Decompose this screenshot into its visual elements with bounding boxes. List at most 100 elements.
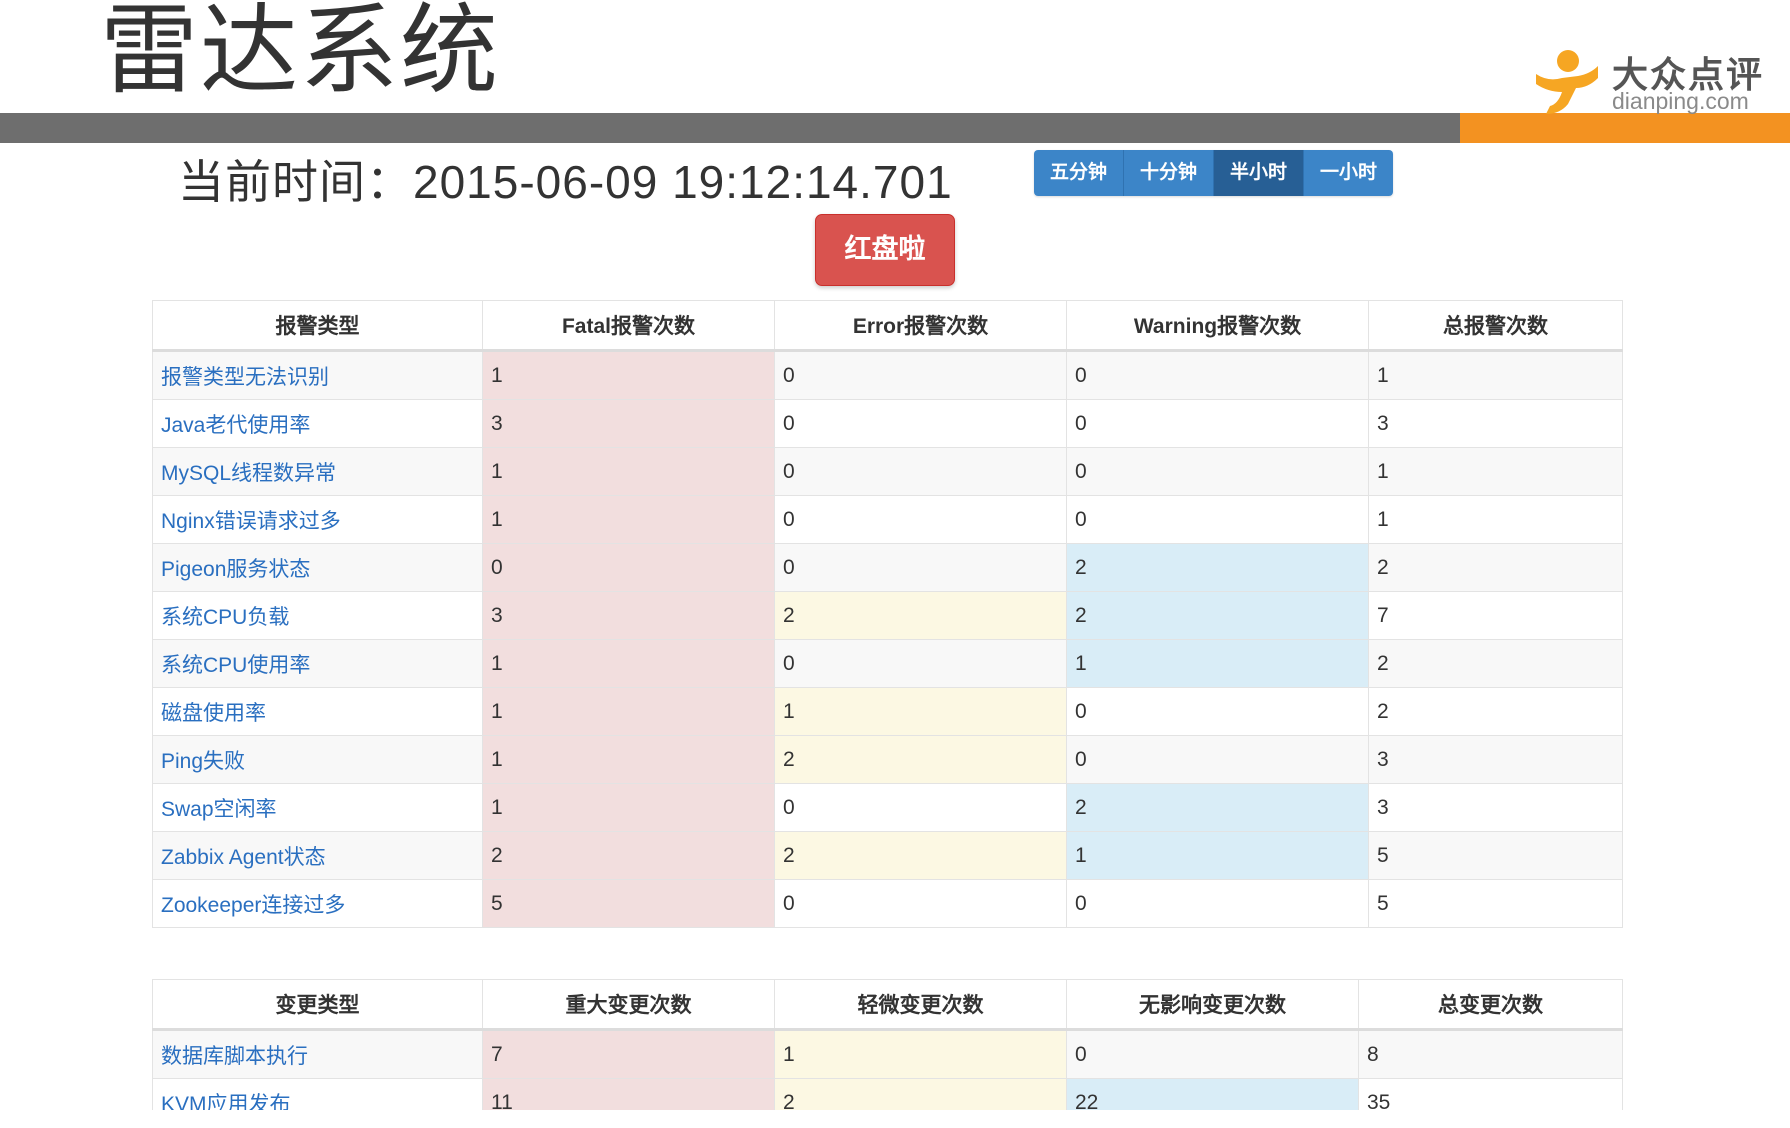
row-name-link[interactable]: Zabbix Agent状态: [152, 831, 483, 880]
cell-col2: 1: [482, 639, 775, 688]
change-table-header: 变更类型 重大变更次数 轻微变更次数 无影响变更次数 总变更次数: [152, 979, 1623, 1031]
row-name-link[interactable]: 系统CPU负载: [152, 591, 483, 640]
table-row: 系统CPU使用率 1 0 1 2: [152, 639, 1623, 688]
cell-col3: 0: [774, 879, 1067, 928]
dianping-mascot-icon: [1536, 50, 1598, 114]
cell-col3: 2: [774, 591, 1067, 640]
cell-col3: 0: [774, 543, 1067, 592]
row-name-link[interactable]: Zookeeper连接过多: [152, 879, 483, 928]
cell-col3: 2: [774, 831, 1067, 880]
table-row: Nginx错误请求过多 1 0 0 1: [152, 495, 1623, 544]
col-header-minor: 轻微变更次数: [774, 979, 1067, 1031]
cell-total: 7: [1368, 591, 1623, 640]
col-header-alarm-type: 报警类型: [152, 300, 483, 352]
col-header-change-total: 总变更次数: [1358, 979, 1623, 1031]
table-row: 数据库脚本执行 7 1 0 8: [152, 1029, 1623, 1079]
cell-col2: 7: [482, 1029, 775, 1079]
cell-total: 1: [1368, 350, 1623, 400]
slide-title: 雷达系统: [100, 0, 501, 108]
table-row: MySQL线程数异常 1 0 0 1: [152, 447, 1623, 496]
cell-total: 2: [1368, 639, 1623, 688]
cell-col3: 1: [774, 687, 1067, 736]
cell-total: 8: [1358, 1029, 1623, 1079]
row-name-link[interactable]: 磁盘使用率: [152, 687, 483, 736]
cell-col2: 1: [482, 735, 775, 784]
cell-total: 1: [1368, 447, 1623, 496]
cell-col2: 3: [482, 399, 775, 448]
time-range-selector: 五分钟 十分钟 半小时 一小时: [1034, 150, 1393, 196]
header-divider-gray: [0, 113, 1460, 143]
dianping-logo: 大众点评 dianping.com: [1528, 46, 1768, 118]
cell-col4: 1: [1066, 639, 1369, 688]
row-name-link[interactable]: Pigeon服务状态: [152, 543, 483, 592]
cell-col2: 1: [482, 495, 775, 544]
cell-col4: 0: [1066, 447, 1369, 496]
row-name-link[interactable]: Java老代使用率: [152, 399, 483, 448]
col-header-error: Error报警次数: [774, 300, 1067, 352]
row-name-link[interactable]: MySQL线程数异常: [152, 447, 483, 496]
cell-col4: 0: [1066, 687, 1369, 736]
cell-col3: 0: [774, 350, 1067, 400]
col-header-total: 总报警次数: [1368, 300, 1623, 352]
cell-total: 3: [1368, 783, 1623, 832]
cell-col2: 0: [482, 543, 775, 592]
table-row: 报警类型无法识别 1 0 0 1: [152, 350, 1623, 400]
table-row: Zabbix Agent状态 2 2 1 5: [152, 831, 1623, 880]
row-name-link[interactable]: 报警类型无法识别: [152, 350, 483, 400]
range-5min-button[interactable]: 五分钟: [1034, 150, 1123, 196]
cell-col4: 1: [1066, 831, 1369, 880]
cell-total: 3: [1368, 399, 1623, 448]
logo-en-text: dianping.com: [1612, 88, 1749, 114]
cell-col3: 0: [774, 639, 1067, 688]
table-row: Ping失败 1 2 0 3: [152, 735, 1623, 784]
range-1hour-button[interactable]: 一小时: [1303, 150, 1393, 196]
cell-col4: 2: [1066, 783, 1369, 832]
table-row: 系统CPU负载 3 2 2 7: [152, 591, 1623, 640]
row-name-link[interactable]: Nginx错误请求过多: [152, 495, 483, 544]
cell-col2: 3: [482, 591, 775, 640]
cell-col4: 2: [1066, 591, 1369, 640]
current-time-value: 2015-06-09 19:12:14.701: [413, 156, 953, 208]
current-time-label: 当前时间：: [178, 156, 413, 208]
cell-col2: 1: [482, 687, 775, 736]
row-name-link[interactable]: Swap空闲率: [152, 783, 483, 832]
cell-col3: 1: [774, 1029, 1067, 1079]
table-row: Java老代使用率 3 0 0 3: [152, 399, 1623, 448]
range-10min-button[interactable]: 十分钟: [1123, 150, 1213, 196]
cell-col3: 0: [774, 495, 1067, 544]
cell-total: 2: [1368, 687, 1623, 736]
cell-col2: 5: [482, 879, 775, 928]
cell-col2: 1: [482, 783, 775, 832]
cell-col3: 0: [774, 447, 1067, 496]
cell-col4: 0: [1066, 879, 1369, 928]
cell-total: 5: [1368, 831, 1623, 880]
table-row: Swap空闲率 1 0 2 3: [152, 783, 1623, 832]
col-header-major: 重大变更次数: [482, 979, 775, 1031]
status-red-button[interactable]: 红盘啦: [815, 214, 955, 286]
row-name-link[interactable]: Ping失败: [152, 735, 483, 784]
cell-col4: 0: [1066, 399, 1369, 448]
row-name-link[interactable]: 系统CPU使用率: [152, 639, 483, 688]
alarm-table: 报警类型 Fatal报警次数 Error报警次数 Warning报警次数 总报警…: [152, 300, 1623, 928]
cell-col2: 1: [482, 447, 775, 496]
cell-col4: 2: [1066, 543, 1369, 592]
current-time: 当前时间：2015-06-09 19:12:14.701: [178, 146, 953, 212]
row-name-link[interactable]: 数据库脚本执行: [152, 1029, 483, 1079]
cell-col4: 0: [1066, 735, 1369, 784]
cell-col4: 0: [1066, 495, 1369, 544]
cell-col3: 0: [774, 399, 1067, 448]
range-30min-button[interactable]: 半小时: [1213, 150, 1303, 196]
cell-col3: 0: [774, 783, 1067, 832]
cell-total: 1: [1368, 495, 1623, 544]
cell-total: 5: [1368, 879, 1623, 928]
cell-col3: 2: [774, 735, 1067, 784]
cell-total: 3: [1368, 735, 1623, 784]
table-row: Zookeeper连接过多 5 0 0 5: [152, 879, 1623, 928]
cell-col2: 2: [482, 831, 775, 880]
alarm-table-header: 报警类型 Fatal报警次数 Error报警次数 Warning报警次数 总报警…: [152, 300, 1623, 352]
cell-col4: 0: [1066, 350, 1369, 400]
cell-col4: 0: [1066, 1029, 1359, 1079]
change-table: 变更类型 重大变更次数 轻微变更次数 无影响变更次数 总变更次数 数据库脚本执行…: [152, 979, 1623, 1127]
slide-bottom-edge: [0, 1110, 1790, 1128]
col-header-fatal: Fatal报警次数: [482, 300, 775, 352]
